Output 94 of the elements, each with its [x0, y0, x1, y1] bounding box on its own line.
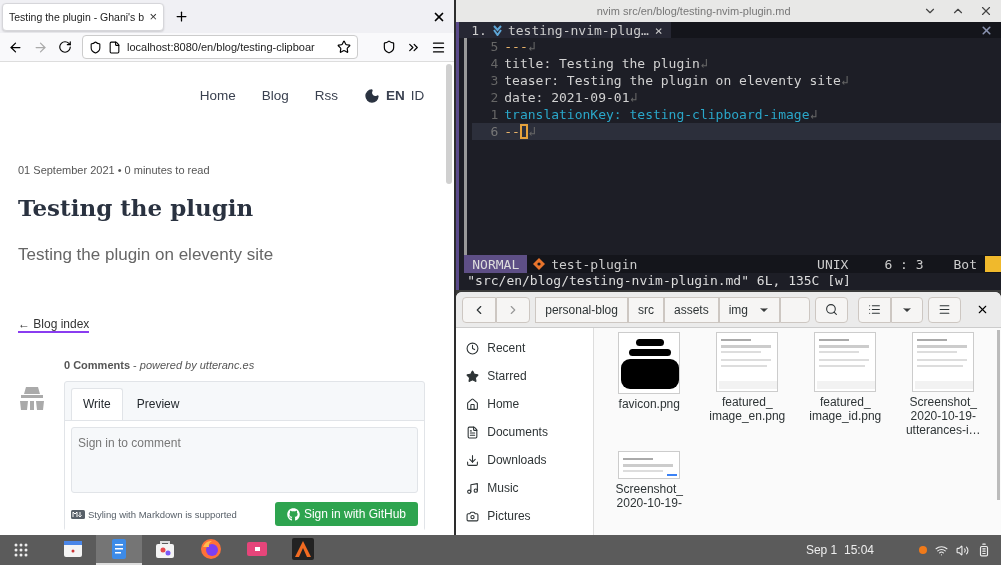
- file-name[interactable]: featured_ image_en.png: [709, 395, 786, 423]
- language-link[interactable]: EN: [386, 88, 405, 103]
- address-bar[interactable]: localhost:8080/en/blog/testing-clipboar: [82, 35, 358, 59]
- triangle-logo-icon: [292, 538, 314, 560]
- path-button[interactable]: personal-blog: [535, 296, 628, 323]
- app-grid-icon[interactable]: [14, 543, 28, 557]
- buffer-tab[interactable]: 1. testing-nvim-plug… ×: [459, 22, 671, 38]
- avatar-icon: [18, 385, 46, 411]
- file-name[interactable]: favicon.png: [618, 397, 680, 411]
- download-icon: [466, 453, 480, 467]
- comments-header: 0 Comments - powered by utteranc.es: [64, 359, 256, 371]
- shopping-bag-icon: [155, 539, 175, 559]
- document-icon: [466, 425, 480, 439]
- menu-icon: [938, 303, 951, 316]
- browser-tab[interactable]: Testing the plugin - Ghani's b ×: [2, 2, 164, 31]
- nav-link[interactable]: Rss: [314, 88, 338, 103]
- calendar-icon: [63, 540, 83, 558]
- tab-close-button[interactable]: ×: [149, 9, 157, 24]
- code-line: 1 translationKey: testing-clipboard-image↲: [489, 106, 819, 123]
- close-icon[interactable]: [980, 23, 993, 37]
- markdown-file-icon: [492, 24, 502, 36]
- notification-dot-icon: [919, 546, 927, 554]
- nav-link[interactable]: Home: [199, 88, 236, 103]
- status-block-icon: [985, 256, 1001, 272]
- mode-indicator: NORMAL: [464, 255, 528, 273]
- sidebar-item[interactable]: Home: [456, 390, 594, 418]
- home-icon: [466, 397, 480, 411]
- markdown-note: Styling with Markdown is supported: [88, 508, 237, 520]
- tab-title: Testing the plugin - Ghani's b: [9, 10, 146, 23]
- page-icon: [108, 40, 121, 54]
- comment-tab[interactable]: Preview: [124, 388, 192, 420]
- file-name[interactable]: Screenshot_ 2020-10-19-: [615, 482, 683, 510]
- sidebar-item[interactable]: Pictures: [456, 502, 594, 530]
- view-button[interactable]: [858, 296, 891, 323]
- cursor: [519, 124, 528, 139]
- camera-icon: [466, 509, 480, 523]
- menu-icon[interactable]: [431, 39, 447, 55]
- taskbar-app[interactable]: [96, 535, 142, 565]
- comment-tab[interactable]: Write: [71, 388, 123, 420]
- code-line: 3 teaser: Testing the plugin on eleventy site↲: [489, 72, 850, 89]
- shield-icon: [89, 40, 102, 54]
- star-icon[interactable]: [337, 40, 351, 54]
- menu-button[interactable]: [928, 296, 961, 323]
- close-icon[interactable]: [979, 4, 993, 18]
- wifi-icon: [935, 543, 948, 557]
- branch-name: test-plugin: [551, 256, 638, 272]
- back-icon[interactable]: [8, 39, 23, 55]
- clock-icon: [466, 341, 480, 355]
- markdown-icon: [71, 509, 85, 519]
- screen-icon: [246, 540, 268, 558]
- search-icon: [825, 303, 838, 316]
- sidebar-item[interactable]: Recent: [456, 334, 594, 362]
- file-name[interactable]: featured_ image_id.png: [809, 395, 882, 423]
- file-name[interactable]: Screenshot_ 2020-10-19- utterances-i…: [905, 395, 981, 437]
- scroll-position: Bot: [953, 256, 977, 272]
- code-line: 2 date: 2021-09-01↲: [489, 89, 639, 106]
- clock: Sep 1 15:04: [805, 543, 874, 557]
- sidebar-item[interactable]: Starred: [456, 362, 594, 390]
- cursor-position: 6 : 3: [884, 256, 924, 272]
- list-icon: [868, 303, 881, 316]
- nav-link[interactable]: Blog: [261, 88, 289, 103]
- code-line: 4 title: Testing the plugin↲: [489, 55, 709, 72]
- language-link[interactable]: ID: [410, 88, 425, 103]
- star-icon: [466, 369, 480, 383]
- path-button[interactable]: src: [627, 296, 664, 323]
- sidebar-item[interactable]: Downloads: [456, 446, 594, 474]
- notepad-icon: [111, 538, 127, 560]
- command-message: "src/en/blog/testing-nvim-plugin.md" 6L, 135C [w]: [466, 273, 852, 290]
- file-format: UNIX: [817, 256, 849, 272]
- search-button[interactable]: [815, 296, 848, 323]
- github-icon: [286, 507, 300, 521]
- favicon-drawing: [618, 332, 681, 394]
- window-title: nvim src/en/blog/testing-nvim-plugin.md: [595, 5, 792, 17]
- post-title: Testing the plugin: [18, 194, 255, 221]
- post-teaser: Testing the plugin on eleventy site: [18, 245, 275, 265]
- comment-field[interactable]: Sign in to comment: [71, 427, 418, 493]
- view-menu-button[interactable]: [891, 296, 923, 323]
- reload-icon[interactable]: [58, 40, 72, 54]
- music-note-icon: [466, 481, 480, 495]
- sidebar-item[interactable]: Music: [456, 474, 594, 502]
- path-button[interactable]: assets: [663, 296, 719, 323]
- new-tab-icon[interactable]: [174, 9, 189, 24]
- battery-icon: [977, 543, 991, 557]
- git-branch-icon: [533, 258, 546, 270]
- url-text: localhost:8080/en/blog/testing-clipboar: [127, 41, 316, 53]
- moon-icon[interactable]: [364, 87, 380, 104]
- sidebar-item[interactable]: Documents: [456, 418, 594, 446]
- code-line: 5 ---↲: [489, 38, 537, 55]
- close-icon[interactable]: [976, 303, 989, 316]
- blog-index-link[interactable]: ← Blog index: [18, 317, 90, 333]
- volume-icon: [956, 543, 969, 557]
- post-meta: 01 September 2021 • 0 minutes to read: [18, 164, 211, 176]
- fox-globe-icon: [200, 538, 222, 560]
- path-button[interactable]: img: [718, 296, 780, 323]
